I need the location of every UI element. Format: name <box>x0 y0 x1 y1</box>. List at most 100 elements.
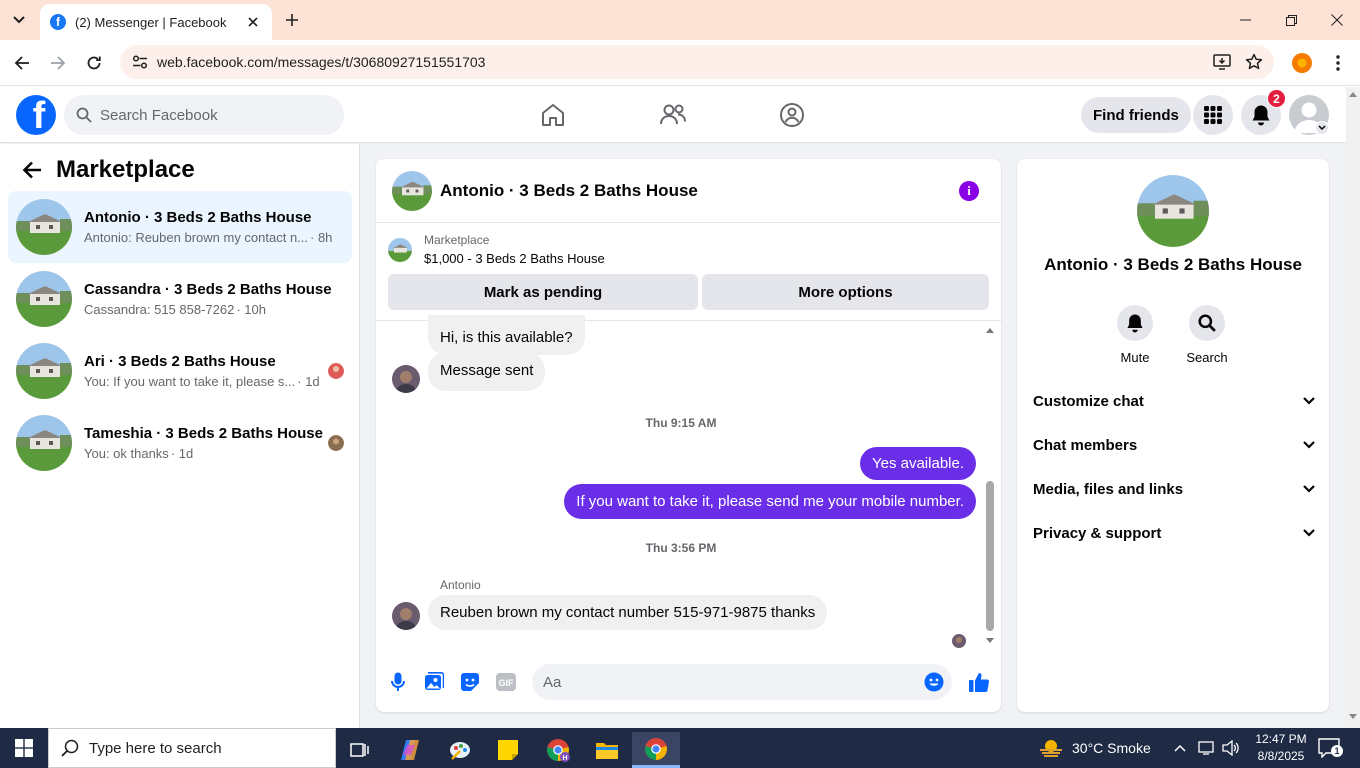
messages-scrollbar[interactable] <box>985 325 995 645</box>
facebook-search-input[interactable]: Search Facebook <box>64 95 344 135</box>
conversation-time: · 1d <box>170 446 194 461</box>
thumbs-up-icon[interactable] <box>966 670 992 694</box>
emoji-icon[interactable] <box>924 672 944 692</box>
groups-icon[interactable] <box>776 99 808 131</box>
sidebar-header: Marketplace <box>20 156 195 184</box>
sender-name: Antonio <box>440 578 481 592</box>
scroll-down-arrow-icon[interactable] <box>985 636 995 646</box>
mark-as-pending-button[interactable]: Mark as pending <box>388 274 698 310</box>
tab-title: (2) Messenger | Facebook <box>75 14 227 30</box>
conversation-name: Ari · 3 Beds 2 Baths House <box>84 353 276 370</box>
browser-tab-messenger[interactable]: f (2) Messenger | Facebook <box>40 4 272 40</box>
gif-icon[interactable]: GIF <box>494 670 518 694</box>
customize-chat-section[interactable]: Customize chat <box>1033 383 1315 419</box>
url-text: web.facebook.com/messages/t/306809271515… <box>157 54 486 70</box>
chat-header: Antonio · 3 Beds 2 Baths House i <box>376 159 1001 223</box>
photo-gallery-icon[interactable] <box>422 670 446 694</box>
notification-badge: 2 <box>1267 89 1286 108</box>
chat-window: Antonio · 3 Beds 2 Baths House i Marketp… <box>376 159 1001 712</box>
browser-toolbar: web.facebook.com/messages/t/306809271515… <box>0 40 1360 86</box>
restore-window-icon[interactable] <box>1268 0 1314 40</box>
sender-avatar <box>392 365 420 393</box>
forward-arrow-icon[interactable] <box>46 51 70 75</box>
new-tab-plus-icon[interactable] <box>282 10 302 30</box>
marketplace-conversation-list: Marketplace Antonio · 3 Beds 2 Baths Hou… <box>0 144 360 728</box>
windows-start-icon[interactable] <box>0 728 48 768</box>
clock-date: 8/8/2025 <box>1257 749 1305 763</box>
tab-search-chevron-icon[interactable] <box>8 9 30 31</box>
conversation-preview: Antonio: Reuben brown my contact n... <box>84 230 309 245</box>
conversation-item[interactable]: Antonio · 3 Beds 2 Baths House Antonio: … <box>8 191 352 263</box>
facebook-logo-icon[interactable]: f <box>16 95 56 135</box>
listing-category: Marketplace <box>424 233 490 247</box>
bookmark-star-icon[interactable] <box>1242 50 1266 74</box>
chevron-down-icon <box>1303 529 1315 537</box>
privacy-support-section[interactable]: Privacy & support <box>1033 515 1315 551</box>
more-options-button[interactable]: More options <box>702 274 989 310</box>
conversation-item[interactable]: Ari · 3 Beds 2 Baths House You: If you w… <box>8 335 352 407</box>
file-explorer-icon[interactable] <box>583 732 631 768</box>
extension-icon[interactable] <box>1292 53 1312 73</box>
copilot-icon[interactable] <box>386 732 434 768</box>
listing-summary[interactable]: Marketplace $1,000 - 3 Beds 2 Baths Hous… <box>388 233 605 266</box>
site-info-icon[interactable] <box>128 50 152 74</box>
volume-icon[interactable] <box>1222 728 1240 768</box>
message-input[interactable]: Aa <box>532 664 952 700</box>
conversation-preview: You: ok thanks <box>84 446 169 461</box>
sender-avatar <box>392 602 420 630</box>
system-clock[interactable]: 12:47 PM 8/8/2025 <box>1250 731 1312 765</box>
menu-grid-icon[interactable] <box>1193 95 1233 135</box>
svg-text:GIF: GIF <box>499 678 515 688</box>
task-view-icon[interactable] <box>336 732 384 768</box>
house-thumbnail <box>16 199 72 255</box>
reload-icon[interactable] <box>82 51 106 75</box>
paint-app-icon[interactable] <box>436 732 484 768</box>
chat-house-thumbnail[interactable] <box>392 170 432 211</box>
sidebar-title: Marketplace <box>56 156 195 183</box>
chevron-down-icon <box>1303 441 1315 449</box>
conversation-details-panel: Antonio · 3 Beds 2 Baths House Mute Sear… <box>1017 159 1329 712</box>
conversation-item[interactable]: Cassandra · 3 Beds 2 Baths House Cassand… <box>8 263 352 335</box>
house-thumbnail <box>16 271 72 327</box>
friends-icon[interactable] <box>657 99 689 131</box>
taskbar-search-box[interactable]: Type here to search <box>48 728 336 768</box>
seen-avatar <box>328 435 344 451</box>
chat-members-section[interactable]: Chat members <box>1033 427 1315 463</box>
address-bar[interactable]: web.facebook.com/messages/t/306809271515… <box>120 45 1274 79</box>
home-icon[interactable] <box>537 99 569 131</box>
info-icon[interactable]: i <box>959 181 979 201</box>
scroll-up-arrow-icon[interactable] <box>985 325 995 335</box>
notification-center-icon[interactable]: 1 <box>1318 728 1343 768</box>
close-window-icon[interactable] <box>1314 0 1360 40</box>
install-app-icon[interactable] <box>1210 50 1234 74</box>
back-arrow-icon[interactable] <box>10 51 34 75</box>
sticky-notes-icon[interactable] <box>484 732 532 768</box>
microphone-icon[interactable] <box>386 670 410 694</box>
scrollbar-thumb[interactable] <box>986 481 994 631</box>
chrome-icon[interactable] <box>632 732 680 768</box>
network-icon[interactable] <box>1198 728 1216 768</box>
minimize-window-icon[interactable] <box>1222 0 1268 40</box>
find-friends-button[interactable]: Find friends <box>1081 97 1191 133</box>
chrome-profile-icon[interactable]: H <box>534 732 582 768</box>
show-hidden-icons-chevron-up-icon[interactable] <box>1174 728 1186 768</box>
media-files-links-section[interactable]: Media, files and links <box>1033 471 1315 507</box>
listing-thumbnail <box>388 237 412 262</box>
conversation-time: · 10h <box>236 302 266 317</box>
mute-label: Mute <box>1120 350 1150 365</box>
close-tab-icon[interactable] <box>244 13 262 31</box>
section-label: Customize chat <box>1033 392 1144 410</box>
chat-title[interactable]: Antonio · 3 Beds 2 Baths House <box>440 181 698 201</box>
incoming-message: Message sent <box>428 352 546 391</box>
weather-widget[interactable]: 30°C Smoke <box>1038 728 1151 768</box>
page-scrollbar[interactable] <box>1346 87 1360 728</box>
browser-menu-icon[interactable] <box>1328 52 1348 74</box>
mute-button[interactable]: Mute <box>1105 305 1165 365</box>
account-chevron-down-icon[interactable] <box>1315 121 1329 135</box>
search-in-conversation-button[interactable]: Search <box>1177 305 1237 365</box>
house-thumbnail <box>16 343 72 399</box>
conversation-item[interactable]: Tameshia · 3 Beds 2 Baths House You: ok … <box>8 407 352 479</box>
sticker-icon[interactable] <box>458 670 482 694</box>
message-input-placeholder: Aa <box>543 673 562 691</box>
back-arrow-icon[interactable] <box>20 158 44 182</box>
